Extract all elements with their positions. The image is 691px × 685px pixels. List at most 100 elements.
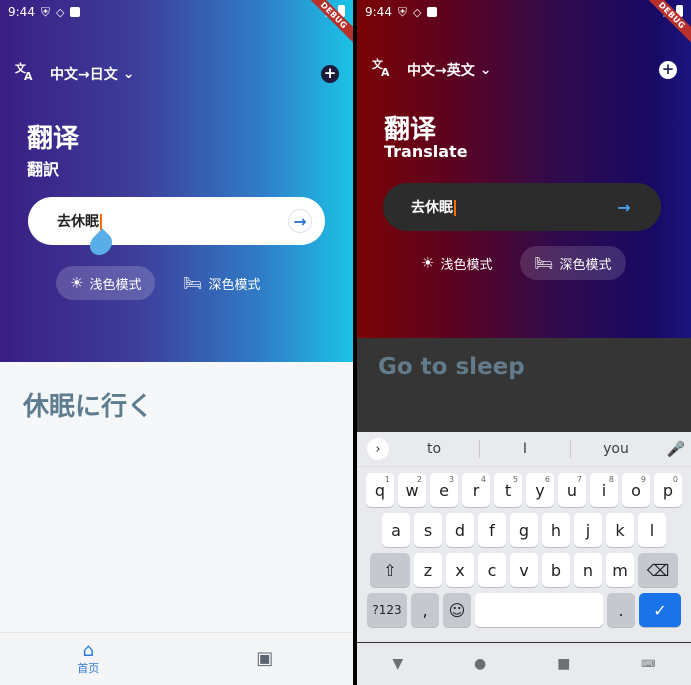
shield-icon: ⛨: [40, 4, 50, 19]
language-selector[interactable]: 中文→日文 ⌄: [50, 64, 134, 84]
home-button-icon[interactable]: ●: [474, 656, 486, 672]
translate-icon[interactable]: 文A: [14, 60, 40, 87]
shift-icon[interactable]: ⇧: [370, 553, 410, 587]
key-p[interactable]: p0: [654, 473, 682, 507]
key-hint: 0: [672, 475, 678, 484]
light-mode-button[interactable]: ☀ 浅色模式: [407, 246, 506, 280]
translation-result: 休眠に行く: [23, 392, 154, 422]
sun-icon: ☀: [421, 254, 435, 272]
add-icon[interactable]: +: [321, 64, 339, 83]
header-gradient: [0, 0, 353, 362]
key-q[interactable]: q1: [366, 473, 394, 507]
suggestion-strip: › to I you 🎤: [357, 432, 691, 467]
translation-result: Go to sleep: [378, 354, 525, 380]
comma-key[interactable]: ,: [411, 593, 439, 627]
backspace-icon[interactable]: ⌫: [638, 553, 678, 587]
key-f[interactable]: f: [478, 513, 506, 547]
top-bar: 文A 中文→英文 ⌄ +: [371, 56, 677, 83]
arrow-right-icon[interactable]: →: [289, 210, 311, 232]
key-w[interactable]: w2: [398, 473, 426, 507]
nav-home[interactable]: ⌂ 首页: [0, 633, 177, 685]
key-hint: 9: [640, 475, 646, 484]
recents-icon[interactable]: ■: [557, 656, 570, 672]
key-hint: 5: [512, 475, 518, 484]
dark-mode-screen: 9:44 ⛨ ◇ ◢ DEBUG 文A 中文→英文 ⌄ + 翻译 Transla…: [357, 0, 691, 685]
key-c[interactable]: c: [478, 553, 506, 587]
status-time: 9:44: [365, 5, 392, 19]
symbols-key[interactable]: ?123: [367, 593, 407, 627]
key-d[interactable]: d: [446, 513, 474, 547]
key-m[interactable]: m: [606, 553, 634, 587]
key-a[interactable]: a: [382, 513, 410, 547]
home-icon: ⌂: [82, 640, 94, 661]
nav-profile[interactable]: ▣: [177, 633, 354, 685]
dark-mode-button[interactable]: 🛏 深色模式: [169, 266, 274, 300]
input-text: 去休眠: [57, 214, 99, 230]
key-g[interactable]: g: [510, 513, 538, 547]
key-j[interactable]: j: [574, 513, 602, 547]
bed-icon: 🛏: [534, 254, 554, 272]
language-selector-label: 中文→日文: [50, 66, 118, 83]
key-hint: 1: [384, 475, 390, 484]
sun-icon: ☀: [70, 274, 84, 292]
dark-mode-label: 深色模式: [559, 257, 612, 273]
key-r[interactable]: r4: [462, 473, 490, 507]
translate-input[interactable]: 去休眠 →: [28, 197, 325, 245]
key-e[interactable]: e3: [430, 473, 458, 507]
mic-icon[interactable]: 🎤: [661, 440, 691, 458]
chevron-right-icon[interactable]: ›: [367, 438, 389, 460]
suggestion-item[interactable]: to: [389, 441, 479, 457]
key-u[interactable]: u7: [558, 473, 586, 507]
suggestion-item[interactable]: you: [571, 441, 661, 457]
key-i[interactable]: i8: [590, 473, 618, 507]
nav-home-label: 首页: [77, 662, 100, 675]
add-icon[interactable]: +: [659, 60, 677, 79]
theme-mode-switch: ☀ 浅色模式 🛏 深色模式: [407, 246, 626, 280]
key-z[interactable]: z: [414, 553, 442, 587]
key-l[interactable]: l: [638, 513, 666, 547]
bottom-navigation: ⌂ 首页 ▣: [0, 632, 353, 685]
key-k[interactable]: k: [606, 513, 634, 547]
input-text: 去休眠: [411, 200, 453, 216]
back-icon[interactable]: ▼: [392, 656, 403, 672]
page-subtitle: 翻訳: [27, 160, 60, 179]
key-hint: 6: [544, 475, 550, 484]
page-title: 翻译: [384, 115, 437, 145]
keyboard-row-3: ⇧ z x c v b n m ⌫: [357, 553, 691, 587]
check-icon[interactable]: ✓: [639, 593, 681, 627]
top-bar: 文A 中文→日文 ⌄ +: [14, 60, 339, 87]
arrow-right-icon[interactable]: →: [613, 196, 635, 218]
key-hint: 4: [480, 475, 486, 484]
theme-mode-switch: ☀ 浅色模式 🛏 深色模式: [56, 266, 275, 300]
space-key[interactable]: [475, 593, 603, 627]
key-b[interactable]: b: [542, 553, 570, 587]
keyboard-switch-icon[interactable]: ⌨: [641, 659, 655, 670]
key-y[interactable]: y6: [526, 473, 554, 507]
key-x[interactable]: x: [446, 553, 474, 587]
emoji-icon[interactable]: ☺: [443, 593, 471, 627]
page-title: 翻译: [27, 124, 80, 154]
translate-input[interactable]: 去休眠 →: [383, 183, 661, 231]
period-key[interactable]: .: [607, 593, 635, 627]
system-navigation-bar: ▼ ● ■ ⌨: [357, 643, 691, 685]
status-time: 9:44: [8, 5, 35, 19]
key-hint: 2: [416, 475, 422, 484]
status-bar: 9:44 ⛨ ◇ ◢: [357, 0, 691, 24]
language-selector[interactable]: 中文→英文 ⌄: [407, 60, 491, 80]
key-v[interactable]: v: [510, 553, 538, 587]
dark-mode-label: 深色模式: [208, 277, 261, 293]
sim-icon: [70, 7, 81, 17]
translate-icon[interactable]: 文A: [371, 56, 397, 83]
suggestion-item[interactable]: I: [480, 441, 570, 457]
key-s[interactable]: s: [414, 513, 442, 547]
bed-icon: 🛏: [183, 274, 203, 292]
chevron-down-icon: ⌄: [479, 61, 492, 78]
key-n[interactable]: n: [574, 553, 602, 587]
light-mode-button[interactable]: ☀ 浅色模式: [56, 266, 156, 300]
key-o[interactable]: o9: [622, 473, 650, 507]
key-h[interactable]: h: [542, 513, 570, 547]
dark-mode-button[interactable]: 🛏 深色模式: [520, 246, 626, 280]
keyboard-row-1: q1w2e3r4t5y6u7i8o9p0: [357, 473, 691, 507]
light-mode-label: 浅色模式: [89, 277, 142, 293]
key-t[interactable]: t5: [494, 473, 522, 507]
